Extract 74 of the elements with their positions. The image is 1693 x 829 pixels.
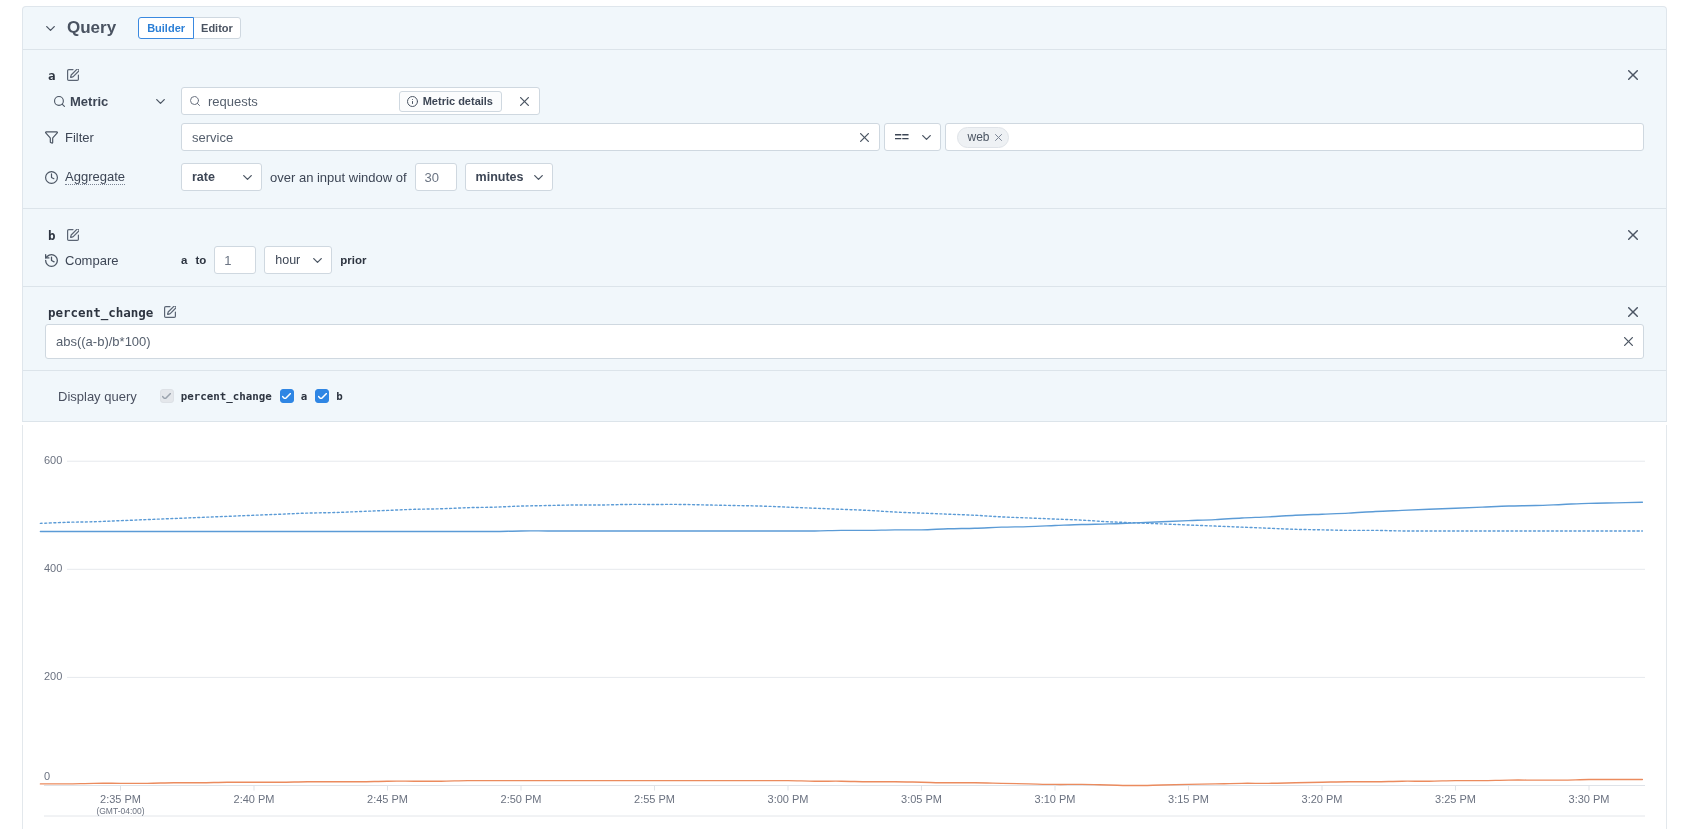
display-query-option: a xyxy=(300,389,308,403)
y-axis-label: 600 xyxy=(44,454,63,467)
checkbox[interactable] xyxy=(279,389,294,403)
check-icon xyxy=(282,392,292,400)
edit-icon[interactable] xyxy=(66,69,79,81)
value-tag[interactable]: web xyxy=(956,126,1009,148)
filter-label: Filter xyxy=(65,129,94,145)
x-axis-label: 3:20 PM xyxy=(1301,792,1343,805)
operator-select[interactable]: == xyxy=(883,123,941,151)
x-axis-label: 2:50 PM xyxy=(500,792,542,805)
filter-value-field[interactable]: web xyxy=(944,123,1644,151)
caret-icon xyxy=(313,257,323,263)
search-icon xyxy=(190,96,200,106)
y-axis-label: 400 xyxy=(44,562,63,575)
close-icon[interactable] xyxy=(1628,230,1638,240)
x-axis-label: 3:05 PM xyxy=(901,792,942,805)
display-query-option: percent_change xyxy=(180,389,272,403)
timezone-label: (GMT-04:00) xyxy=(96,806,145,817)
unit-select[interactable]: hour xyxy=(264,246,333,274)
x-axis-label: 3:10 PM xyxy=(1034,792,1076,805)
aggregate-label: Aggregate xyxy=(65,169,125,185)
metric-details-button[interactable]: Metric details xyxy=(398,90,502,112)
clear-icon[interactable] xyxy=(1624,337,1633,346)
y-axis-label: 0 xyxy=(44,770,51,783)
info-icon xyxy=(406,95,418,107)
compare-query-name: a xyxy=(181,254,188,266)
check-icon xyxy=(317,392,327,400)
query-name: a xyxy=(48,67,56,83)
offset-input[interactable]: 1 xyxy=(214,246,257,274)
display-query-option: b xyxy=(336,389,343,403)
x-axis-label: 3:30 PM xyxy=(1568,792,1610,805)
checkbox[interactable] xyxy=(315,389,330,403)
clock-icon xyxy=(45,170,58,184)
function-select[interactable]: rate xyxy=(181,163,262,191)
window-input[interactable]: 30 xyxy=(414,163,457,191)
close-icon[interactable] xyxy=(1628,307,1638,317)
query-type-select[interactable]: Metric xyxy=(45,87,170,115)
query-name: percent_change xyxy=(48,304,154,320)
clear-icon[interactable] xyxy=(859,132,869,142)
x-axis-label: 2:35 PM xyxy=(100,792,141,805)
clear-icon[interactable] xyxy=(520,96,529,106)
edit-icon[interactable] xyxy=(164,306,177,318)
x-axis-label: 3:25 PM xyxy=(1435,792,1476,805)
compare-label: Compare xyxy=(65,252,119,268)
x-axis-label: 3:15 PM xyxy=(1168,792,1209,805)
search-icon xyxy=(54,95,65,107)
window-text: over an input window of xyxy=(270,169,407,185)
chevron-icon[interactable] xyxy=(46,25,55,31)
check-icon xyxy=(162,392,172,400)
x-axis-label: 2:40 PM xyxy=(233,792,275,805)
expression-field[interactable]: abs((a-b)/b*100) xyxy=(45,324,1644,359)
metric-search-field[interactable]: requests Metric details xyxy=(181,87,540,115)
query-name: b xyxy=(48,227,56,243)
edit-icon[interactable] xyxy=(66,229,79,241)
filter-key-field[interactable]: service xyxy=(181,123,880,151)
y-axis-label: 200 xyxy=(44,670,63,683)
caret-icon xyxy=(243,174,252,180)
compare-to-text: to xyxy=(195,254,207,266)
caret-icon xyxy=(156,98,165,104)
x-axis-label: 2:55 PM xyxy=(634,792,675,805)
remove-icon[interactable] xyxy=(994,133,1002,141)
query-title: Query xyxy=(67,18,117,38)
display-query-label: Display query xyxy=(58,388,137,404)
x-axis-label: 3:00 PM xyxy=(767,792,809,805)
x-axis-label: 2:45 PM xyxy=(367,792,408,805)
close-icon[interactable] xyxy=(1628,70,1638,80)
mode-tab[interactable]: Builder xyxy=(138,17,195,39)
caret-icon xyxy=(533,174,543,180)
history-icon xyxy=(45,253,58,267)
filter-icon xyxy=(45,130,58,144)
caret-icon xyxy=(921,134,931,140)
compare-suffix-text: prior xyxy=(340,254,367,266)
mode-tab[interactable]: Editor xyxy=(193,17,241,39)
unit-select[interactable]: minutes xyxy=(464,163,553,191)
